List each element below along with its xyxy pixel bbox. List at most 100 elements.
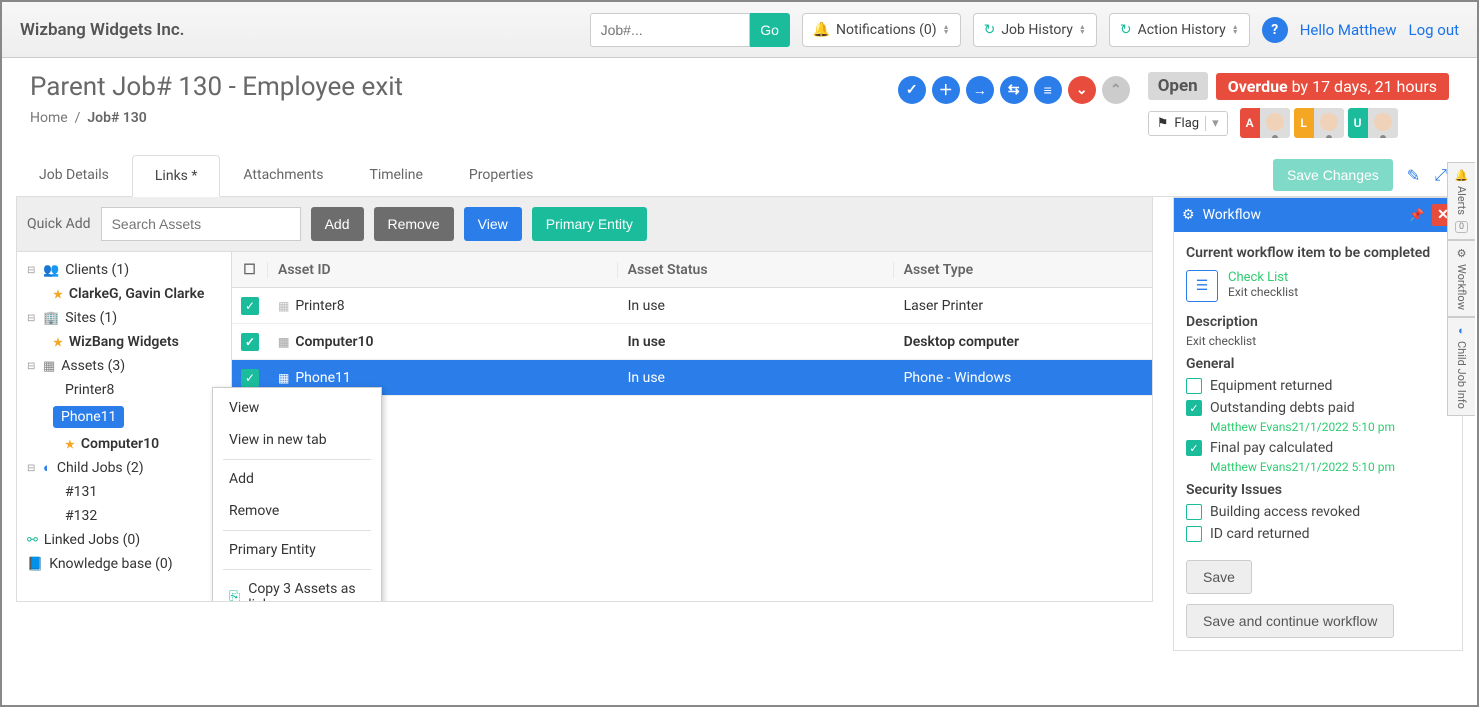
- tab-attachments[interactable]: Attachments: [220, 154, 346, 196]
- tab-job-details[interactable]: Job Details: [16, 154, 132, 196]
- tree-site-1[interactable]: ★WizBang Widgets: [25, 330, 223, 354]
- description-text: Exit checklist: [1186, 334, 1450, 348]
- ctx-view-new-tab[interactable]: View in new tab: [213, 424, 381, 456]
- notifications-dropdown[interactable]: 🔔 Notifications (0) ▲▼: [802, 13, 961, 47]
- primary-entity-button[interactable]: Primary Entity: [532, 207, 647, 241]
- checked-icon[interactable]: ✓: [241, 297, 259, 315]
- job-search-input[interactable]: [590, 13, 750, 47]
- rail-workflow[interactable]: ⚙Workflow: [1447, 240, 1475, 317]
- tree-linkedjobs[interactable]: ⚯Linked Jobs (0): [25, 528, 223, 552]
- avatar-icon: [1368, 108, 1398, 138]
- tree-childjob-132[interactable]: #132: [25, 504, 223, 528]
- ctx-copy[interactable]: ⎘Copy 3 Assets as links: [213, 573, 381, 601]
- breadcrumb-current: Job# 130: [87, 110, 146, 126]
- tree-assets[interactable]: ⊟▦Assets (3): [25, 354, 223, 378]
- people-icon: 👥: [43, 263, 59, 278]
- pie-icon: ◐: [43, 460, 51, 476]
- greeting-link[interactable]: Hello Matthew: [1300, 21, 1397, 39]
- checklist-item[interactable]: Equipment returned: [1186, 378, 1450, 394]
- tab-links[interactable]: Links *: [132, 155, 221, 197]
- tree-asset-computer[interactable]: ★Computer10: [25, 432, 223, 456]
- checkbox-icon[interactable]: [1186, 504, 1202, 520]
- breadcrumb-home[interactable]: Home: [30, 110, 68, 126]
- breadcrumb: Home / Job# 130: [30, 110, 898, 126]
- refresh-icon: ↻: [984, 22, 996, 38]
- remove-button[interactable]: Remove: [374, 207, 454, 241]
- avatar-l[interactable]: L: [1294, 108, 1344, 138]
- checklist-item[interactable]: ✓Outstanding debts paid: [1186, 400, 1450, 416]
- tree-clients[interactable]: ⊟👥Clients (1): [25, 258, 223, 282]
- action-check-icon[interactable]: ✓: [898, 76, 926, 104]
- checkbox-icon[interactable]: [1186, 378, 1202, 394]
- tree-asset-printer[interactable]: Printer8: [25, 378, 223, 402]
- table-row[interactable]: ✓ ▦Printer8 In use Laser Printer: [232, 288, 1152, 324]
- checklist-item[interactable]: ✓Final pay calculated: [1186, 440, 1450, 456]
- save-changes-button[interactable]: Save Changes: [1273, 159, 1393, 191]
- star-icon: ★: [53, 336, 63, 349]
- tab-properties[interactable]: Properties: [446, 154, 556, 196]
- action-up-icon[interactable]: ⌃: [1102, 76, 1130, 104]
- pie-icon: ◐: [1458, 324, 1465, 337]
- ctx-view[interactable]: View: [213, 392, 381, 424]
- ctx-remove[interactable]: Remove: [213, 495, 381, 527]
- avatar-icon: [1314, 108, 1344, 138]
- action-history-dropdown[interactable]: ↻ Action History ▲▼: [1109, 13, 1250, 47]
- collapse-icon: ⊟: [27, 313, 37, 324]
- rail-alerts[interactable]: 🔔Alerts0: [1447, 162, 1475, 240]
- action-down-icon[interactable]: ⌄: [1068, 76, 1096, 104]
- view-button[interactable]: View: [464, 207, 522, 241]
- avatar-a[interactable]: A: [1240, 108, 1290, 138]
- edit-icon[interactable]: ✎: [1407, 166, 1420, 185]
- asset-search-input[interactable]: [101, 207, 301, 241]
- ctx-add[interactable]: Add: [213, 463, 381, 495]
- tree-childjobs[interactable]: ⊟◐Child Jobs (2): [25, 456, 223, 480]
- checklist-item[interactable]: ID card returned: [1186, 526, 1450, 542]
- checklist-link[interactable]: Check List: [1228, 270, 1298, 285]
- action-swap-icon[interactable]: ⇆: [1000, 76, 1028, 104]
- checklist-meta: Matthew Evans21/1/2022 5:10 pm: [1210, 460, 1450, 474]
- job-history-dropdown[interactable]: ↻ Job History ▲▼: [973, 13, 1097, 47]
- add-button[interactable]: Add: [311, 207, 364, 241]
- job-history-label: Job History: [1001, 22, 1073, 38]
- tree-client-1[interactable]: ★ClarkeG, Gavin Clarke: [25, 282, 223, 306]
- tree-kb[interactable]: 📘Knowledge base (0): [25, 552, 223, 576]
- logout-link[interactable]: Log out: [1408, 21, 1459, 39]
- help-icon[interactable]: ?: [1262, 17, 1288, 43]
- sort-icon: ▲▼: [1232, 25, 1239, 35]
- checklist-item[interactable]: Building access revoked: [1186, 504, 1450, 520]
- table-row[interactable]: ✓ ▦Computer10 In use Desktop computer: [232, 324, 1152, 360]
- asset-icon: ▦: [278, 371, 289, 385]
- header-asset-id[interactable]: Asset ID: [268, 262, 618, 278]
- rail-child-job[interactable]: ◐Child Job Info: [1447, 317, 1475, 416]
- tree-asset-phone[interactable]: Phone11: [25, 402, 223, 432]
- checkbox-icon[interactable]: ✓: [1186, 400, 1202, 416]
- workflow-save-button[interactable]: Save: [1186, 560, 1252, 594]
- checkbox-icon[interactable]: [1186, 526, 1202, 542]
- action-list-icon[interactable]: ≡: [1034, 76, 1062, 104]
- gear-icon: ⚙: [1182, 207, 1195, 223]
- action-add-icon[interactable]: ＋: [932, 76, 960, 104]
- gear-icon: ⚙: [1457, 247, 1467, 260]
- avatar-u[interactable]: U: [1348, 108, 1398, 138]
- tree-sites[interactable]: ⊟🏢Sites (1): [25, 306, 223, 330]
- header-asset-status[interactable]: Asset Status: [618, 262, 894, 278]
- header-checkbox[interactable]: ☐: [232, 262, 268, 278]
- go-button[interactable]: Go: [750, 13, 790, 47]
- flag-button[interactable]: ⚑ Flag ▾: [1148, 111, 1228, 136]
- checked-icon[interactable]: ✓: [241, 369, 259, 387]
- bell-icon: 🔔: [1455, 169, 1469, 182]
- pin-icon[interactable]: 📌: [1409, 208, 1424, 222]
- collapse-icon: ⊟: [27, 265, 37, 276]
- checkbox-icon[interactable]: ✓: [1186, 440, 1202, 456]
- tab-timeline[interactable]: Timeline: [346, 154, 445, 196]
- page-title: Parent Job# 130 - Employee exit: [30, 72, 898, 102]
- checked-icon[interactable]: ✓: [241, 333, 259, 351]
- expand-icon[interactable]: ⤢: [1434, 165, 1447, 185]
- action-forward-icon[interactable]: →: [966, 76, 994, 104]
- ctx-primary[interactable]: Primary Entity: [213, 534, 381, 566]
- overdue-badge: Overdue by 17 days, 21 hours: [1216, 73, 1449, 100]
- workflow-save-continue-button[interactable]: Save and continue workflow: [1186, 604, 1394, 638]
- avatar-icon: [1260, 108, 1290, 138]
- header-asset-type[interactable]: Asset Type: [894, 262, 1152, 278]
- tree-childjob-131[interactable]: #131: [25, 480, 223, 504]
